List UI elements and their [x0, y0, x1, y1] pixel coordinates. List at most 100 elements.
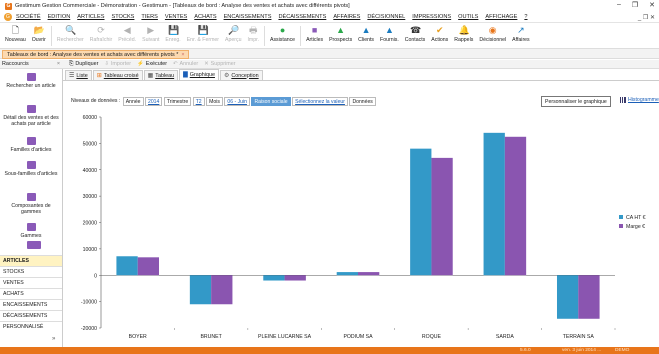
sidebar-item-sous-familles-d-articles[interactable]: Sous-familles d'articles [0, 161, 62, 177]
tab-conception[interactable]: ⚙ Conception [219, 70, 263, 80]
actions-button[interactable]: ✔ Actions [428, 23, 451, 47]
close-window-button[interactable]: ✕ [649, 1, 655, 9]
y-tick-label: -10000 [81, 300, 97, 306]
contacts-button[interactable]: ☎ Contacts [402, 23, 428, 47]
main-toolbar: 🗋 Nouveau 📂 Ouvrir 🔍 Rechercher ⟳ Rafraîchir ◀ Pr… [0, 23, 659, 49]
chevron-down-icon[interactable]: » [52, 336, 55, 342]
ouvrir-button[interactable]: 📂 Ouvrir [29, 23, 49, 47]
sidebar-nav-stocks[interactable]: STOCKS [0, 266, 62, 277]
tab-tableau-croise[interactable]: ⊞ Tableau croisé [92, 70, 143, 80]
supprimer-action[interactable]: ✕ Supprimer [204, 61, 235, 67]
menu-ventes[interactable]: VENTES [165, 14, 187, 20]
company-name-filter-button[interactable]: Raison sociale [251, 97, 291, 106]
articles-icon: ■ [311, 25, 318, 35]
tab-label: Tableau [155, 72, 175, 79]
dupliquer-action[interactable]: ⎘ Dupliquer [69, 61, 98, 68]
enr-fermer-button[interactable]: 💾 Enr. & Fermer [184, 23, 222, 47]
assistance-button[interactable]: ● Assistance [267, 23, 298, 47]
minimize-button[interactable]: – [617, 1, 621, 9]
prospects-button[interactable]: ▲ Prospects [326, 23, 355, 47]
menu-societe[interactable]: SOCIÉTÉ [16, 14, 41, 20]
customize-chart-button[interactable]: Personnaliser le graphique [541, 96, 611, 107]
sidebar-expand-icon[interactable] [27, 241, 41, 249]
rafraichir-button[interactable]: ⟳ Rafraîchir [87, 23, 116, 47]
toolbar-label: Actions [431, 37, 449, 43]
sidebar-item-gammes[interactable]: Gammes [0, 223, 62, 239]
close-shortcuts-icon[interactable]: × [57, 60, 60, 69]
month-value-link[interactable]: 06 - Juin [224, 97, 250, 106]
importer-icon: ⇩ [104, 61, 109, 67]
rechercher-button[interactable]: 🔍 Rechercher [54, 23, 87, 47]
bar-podium-sa-marge [358, 272, 380, 276]
toolbar-label: Fournis. [380, 37, 399, 43]
data-button[interactable]: Données [349, 97, 376, 106]
menu-stocks[interactable]: STOCKS [112, 14, 135, 20]
toolbar-label: Impr. [247, 37, 259, 43]
y-tick-label: 10000 [83, 247, 98, 253]
quarter-value-link[interactable]: T2 [192, 97, 205, 106]
enreg-button[interactable]: 💾 Enreg. [162, 23, 183, 47]
sidebar-item-familles-d-articles[interactable]: Familles d'articles [0, 137, 62, 153]
annuler-action[interactable]: ↶ Annuler [173, 61, 198, 67]
sidebar-nav-achats[interactable]: ACHATS [0, 288, 62, 299]
apercu-button[interactable]: 🔎 Aperçu [222, 23, 244, 47]
sidebar-nav-articles[interactable]: ARTICLES [0, 255, 62, 266]
menu-articles[interactable]: ARTICLES [77, 14, 104, 20]
save-icon: 💾 [168, 25, 180, 35]
menu-achats[interactable]: ACHATS [194, 14, 216, 20]
sidebar-item-detail-des-ventes-et-des-achats-par-article[interactable]: Détail des ventes et des achats par arti… [0, 105, 62, 128]
tab-tableau[interactable]: ▦ Tableau [143, 70, 179, 80]
suivant-button[interactable]: ▶ Suivant [139, 23, 162, 47]
toolbar-label: Prospects [329, 37, 353, 43]
x-tick-label: BOYER [129, 334, 147, 340]
toolbar-label: Décisionnel [479, 37, 507, 43]
maximize-button[interactable]: ❐ [632, 1, 638, 9]
sidebar-item-composantes-de-gammes[interactable]: Composantes de gammes [0, 193, 62, 216]
menu-decisionnel[interactable]: DÉCISIONNEL [367, 14, 405, 20]
pivot-icon: ⊞ [96, 72, 102, 79]
menu-impressions[interactable]: IMPRESSIONS [412, 14, 451, 20]
decisionnel-button[interactable]: ◉ Décisionnel [476, 23, 509, 47]
sidebar-item-rechercher-un-article[interactable]: Rechercher un article [0, 73, 62, 89]
impr-button[interactable]: 🖶 Impr. [244, 23, 262, 47]
quarter-filter-button[interactable]: Trimestre [163, 97, 192, 106]
tab-graphique[interactable]: ▇ Graphique [179, 69, 219, 80]
fournis-button[interactable]: ▲ Fournis. [377, 23, 402, 47]
menu-edition[interactable]: EDITION [48, 14, 71, 20]
sidebar-nav-decaissements[interactable]: DÉCAISSEMENTS [0, 310, 62, 321]
year-value-link[interactable]: 2014 [145, 97, 163, 106]
importer-action[interactable]: ⇩ Importer [104, 61, 131, 67]
sidebar-nav-encaissements[interactable]: ENCAISSEMENTS [0, 299, 62, 310]
sidebar-nav-ventes[interactable]: VENTES [0, 277, 62, 288]
articles-button[interactable]: ■ Articles [303, 23, 326, 47]
select-value-link[interactable]: Sélectionnez la valeur [292, 97, 348, 106]
close-tab-icon[interactable]: × [181, 52, 184, 58]
shortcuts-label: Raccourcis [2, 61, 29, 67]
menu-outils[interactable]: OUTILS [458, 14, 478, 20]
preced-button[interactable]: ◀ Précéd. [115, 23, 139, 47]
histogram-link[interactable]: Histogramme [620, 97, 659, 103]
action-label: Exécuter [145, 61, 168, 67]
nouveau-button[interactable]: 🗋 Nouveau [2, 23, 29, 47]
search-article-icon [26, 73, 36, 81]
affaires-button[interactable]: ↗ Affaires [509, 23, 533, 47]
sidebar-item-label: Gammes [20, 233, 42, 239]
menu-tiers[interactable]: TIERS [141, 14, 157, 20]
menu-encaissements[interactable]: ENCAISSEMENTS [224, 14, 272, 20]
mdi-controls[interactable]: _ ❐ ✕ [638, 14, 655, 21]
executer-action[interactable]: ⚡ Exécuter [137, 61, 167, 67]
month-filter-button[interactable]: Mois [206, 97, 223, 106]
menu-decaissements[interactable]: DÉCAISSEMENTS [278, 14, 326, 20]
action-label: Supprimer [210, 61, 236, 67]
rappels-button[interactable]: 🔔 Rappels [451, 23, 476, 47]
year-filter-button[interactable]: Année [122, 97, 144, 106]
sidebar-nav-personnalise[interactable]: PERSONNALISÉ [0, 321, 62, 332]
menu-affichage[interactable]: AFFICHAGE [485, 14, 517, 20]
menu-affaires[interactable]: AFFAIRES [333, 14, 360, 20]
menu-help[interactable]: ? [524, 14, 527, 20]
tab-liste[interactable]: ☰ Liste [65, 70, 92, 80]
document-tab[interactable]: Tableaux de bord : Analyse des ventes et… [2, 50, 190, 59]
clients-button[interactable]: ▲ Clients [355, 23, 377, 47]
histogram-label: Histogramme [628, 97, 659, 103]
status-mode: DEMO [615, 348, 630, 353]
